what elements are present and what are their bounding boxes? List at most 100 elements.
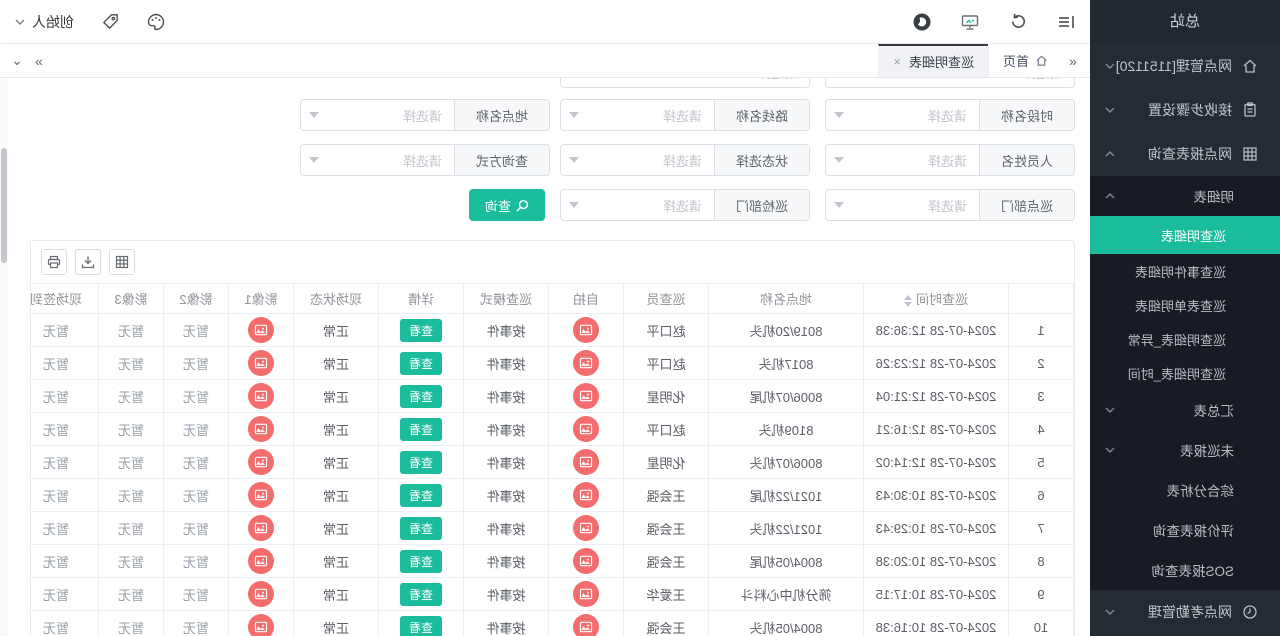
table-row: 62024-07-28 10:30:431021/22机尾王会强按事件查看正常暂…	[30, 479, 1074, 512]
submenu-leaf-1[interactable]: 巡查事件明细表	[1090, 254, 1280, 288]
photo-image-icon[interactable]	[248, 383, 274, 409]
refresh-icon[interactable]	[1008, 12, 1028, 32]
view-detail-button[interactable]: 查看	[400, 418, 442, 441]
scrollbar-thumb[interactable]	[1, 148, 7, 263]
tab-inspection-detail[interactable]: 巡查明细表 ×	[878, 44, 988, 77]
submenu-item-0[interactable]: 明细表	[1090, 176, 1280, 216]
submenu-leaf-4[interactable]: 巡查明细表_时间	[1090, 356, 1280, 390]
screen-icon[interactable]	[960, 12, 980, 32]
tab-home[interactable]: 首页	[988, 44, 1062, 77]
column-header-image3: 影像3	[99, 284, 164, 314]
moon-icon[interactable]	[912, 12, 932, 32]
photo-image-icon[interactable]	[248, 614, 274, 636]
photo-image-icon[interactable]	[248, 515, 274, 541]
collapse-menu-icon[interactable]	[1056, 12, 1076, 32]
photo-image-icon[interactable]	[248, 548, 274, 574]
select-input[interactable]: 请选择	[561, 190, 714, 220]
view-detail-button[interactable]: 查看	[400, 451, 442, 474]
select-input[interactable]: 请选择	[561, 100, 714, 130]
submenu-item-5[interactable]: SOS报表查询	[1090, 550, 1280, 590]
selfie-image-icon[interactable]	[573, 449, 599, 475]
tabs-scroll-left[interactable]: «	[1062, 53, 1084, 69]
select-input[interactable]: 请选择	[826, 190, 979, 220]
select-input[interactable]: 请选择	[826, 145, 979, 175]
select-input[interactable]: 请选择	[301, 145, 454, 175]
sidebar-item-3[interactable]: 网点考勤管理	[1090, 590, 1280, 634]
submenu-item-1[interactable]: 汇总表	[1090, 390, 1280, 430]
print-icon[interactable]	[41, 249, 67, 275]
selfie-image-icon[interactable]	[573, 383, 599, 409]
tabs-dropdown[interactable]: ⌄	[6, 52, 28, 69]
user-menu[interactable]: 创始人	[14, 12, 74, 32]
tab-bar: « 首页 巡查明细表 × » ⌄	[0, 44, 1090, 78]
sidebar-item-2[interactable]: 网点报表查询	[1090, 132, 1280, 176]
column-header-image1: 影像1	[229, 284, 294, 314]
submenu-leaf-label: 巡查明细表	[1104, 226, 1226, 245]
view-detail-button[interactable]: 查看	[400, 484, 442, 507]
cell-time: 2024-07-28 10:30:43	[864, 479, 1009, 512]
cell-index: 9	[1009, 578, 1074, 611]
column-header-time[interactable]: 巡查时间	[864, 284, 1009, 314]
selfie-image-icon[interactable]	[573, 350, 599, 376]
sort-icon[interactable]	[904, 295, 912, 307]
close-icon[interactable]: ×	[893, 54, 901, 69]
photo-image-icon[interactable]	[248, 482, 274, 508]
submenu-leaf-3[interactable]: 巡查明细表_异常	[1090, 322, 1280, 356]
cell-image3: 暂无	[99, 578, 164, 611]
cell-image2: 暂无	[164, 380, 229, 413]
cell-detail: 查看	[379, 380, 464, 413]
selfie-image-icon[interactable]	[573, 482, 599, 508]
select-input[interactable]: 请选择	[561, 78, 809, 87]
select-input[interactable]: 请选择	[826, 100, 979, 130]
submenu-leaf-0[interactable]: 巡查明细表	[1090, 216, 1280, 254]
view-detail-button[interactable]: 查看	[400, 352, 442, 375]
columns-icon[interactable]	[109, 249, 135, 275]
cell-detail: 查看	[379, 446, 464, 479]
select-input[interactable]: 请选择	[301, 100, 454, 130]
selfie-image-icon[interactable]	[573, 317, 599, 343]
cell-image2: 暂无	[164, 611, 229, 636]
submenu-leaf-2[interactable]: 巡查表单明细表	[1090, 288, 1280, 322]
app-window: 总站 网点管理[1151120]接收步骤设置网点报表查询明细表巡查明细表巡查事件…	[0, 0, 1280, 636]
tabs-scroll-right[interactable]: »	[28, 53, 50, 69]
view-detail-button[interactable]: 查看	[400, 616, 442, 636]
vertical-scrollbar[interactable]	[0, 78, 8, 636]
select-input[interactable]: 请选择	[826, 78, 1074, 87]
submenu-item-2[interactable]: 未巡报表	[1090, 430, 1280, 470]
chevron-down-icon	[834, 202, 844, 208]
submenu-item-3[interactable]: 综合分析表	[1090, 470, 1280, 510]
sidebar-item-1[interactable]: 接收步骤设置	[1090, 88, 1280, 132]
photo-image-icon[interactable]	[248, 317, 274, 343]
photo-image-icon[interactable]	[248, 449, 274, 475]
view-detail-button[interactable]: 查看	[400, 517, 442, 540]
tag-icon[interactable]	[100, 12, 120, 32]
chevron-down-icon	[569, 157, 579, 163]
photo-image-icon[interactable]	[248, 581, 274, 607]
selfie-image-icon[interactable]	[573, 581, 599, 607]
select-input[interactable]: 请选择	[561, 145, 714, 175]
cell-selfie	[549, 446, 624, 479]
photo-image-icon[interactable]	[248, 416, 274, 442]
table-row: 42024-07-28 12:16:218109机头赵口平按事件查看正常暂无暂无…	[30, 413, 1074, 446]
view-detail-button[interactable]: 查看	[400, 319, 442, 342]
selfie-image-icon[interactable]	[573, 614, 599, 636]
filter-field-时段名称: 时段名称请选择	[825, 99, 1075, 131]
view-detail-button[interactable]: 查看	[400, 583, 442, 606]
selfie-image-icon[interactable]	[573, 548, 599, 574]
search-button[interactable]: 查询	[469, 189, 545, 221]
selfie-image-icon[interactable]	[573, 416, 599, 442]
sidebar-item-0[interactable]: 网点管理[1151120]	[1090, 44, 1280, 88]
submenu-item-label: 综合分析表	[1104, 480, 1234, 500]
export-icon[interactable]	[75, 249, 101, 275]
cell-mode: 按事件	[464, 446, 549, 479]
view-detail-button[interactable]: 查看	[400, 550, 442, 573]
table-row: 102024-07-28 10:16:388004/05机头王会强按事件查看正常…	[30, 611, 1074, 636]
palette-icon[interactable]	[146, 12, 166, 32]
photo-image-icon[interactable]	[248, 350, 274, 376]
cell-selfie	[549, 479, 624, 512]
filter-field-巡检部门: 巡检部门请选择	[560, 189, 810, 221]
selfie-image-icon[interactable]	[573, 515, 599, 541]
cell-image3: 暂无	[99, 479, 164, 512]
submenu-item-4[interactable]: 评价报表查询	[1090, 510, 1280, 550]
view-detail-button[interactable]: 查看	[400, 385, 442, 408]
